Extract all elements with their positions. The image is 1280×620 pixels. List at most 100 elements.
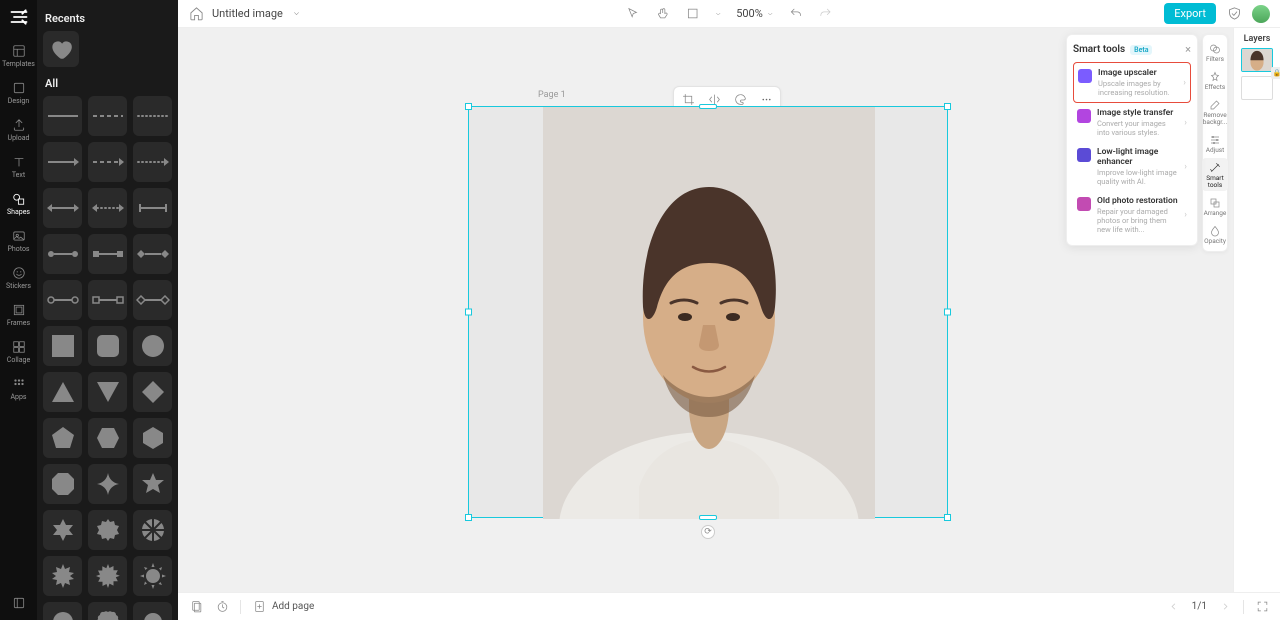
undo-icon[interactable] (788, 6, 804, 22)
cursor-icon[interactable] (624, 6, 640, 22)
palette-icon[interactable] (732, 91, 748, 107)
shape-rounded-square[interactable] (88, 326, 127, 366)
shape-triangle-down[interactable] (88, 372, 127, 412)
canvas-image[interactable] (543, 107, 875, 519)
shape-line-diamond-outline[interactable] (133, 280, 172, 320)
shape-arrow-dashed[interactable] (88, 142, 127, 182)
crop-icon[interactable] (680, 91, 696, 107)
shape-diamond[interactable] (133, 372, 172, 412)
pages-icon[interactable] (188, 599, 204, 615)
nav-collapse-icon[interactable] (0, 596, 37, 610)
redo-icon[interactable] (818, 6, 834, 22)
rail-adjust[interactable]: Adjust (1202, 130, 1228, 156)
nav-apps[interactable]: Apps (0, 371, 37, 408)
resize-handle-t[interactable] (699, 104, 717, 109)
shape-arrow-dotted[interactable] (133, 142, 172, 182)
rail-arrange[interactable]: Arrange (1202, 193, 1228, 219)
shape-triangle-up[interactable] (43, 372, 82, 412)
close-icon[interactable]: × (1185, 43, 1191, 56)
nav-photos[interactable]: Photos (0, 223, 37, 260)
home-icon[interactable] (188, 6, 204, 22)
resize-handle-l[interactable] (465, 309, 472, 316)
shape-pentagon[interactable] (43, 418, 82, 458)
shape-bar-line[interactable] (133, 188, 172, 228)
smart-tools-popover: Smart tools Beta × Image upscalerUpscale… (1066, 34, 1198, 246)
shape-burst-sun[interactable] (133, 556, 172, 596)
shape-star5[interactable] (133, 464, 172, 504)
resize-handle-r[interactable] (944, 309, 951, 316)
shape-seal[interactable] (88, 510, 127, 550)
shape-star6[interactable] (43, 510, 82, 550)
shape-hexagon-rot[interactable] (133, 418, 172, 458)
smart-tool-style-transfer[interactable]: Image style transferConvert your images … (1073, 103, 1191, 142)
shape-line-dashed[interactable] (88, 96, 127, 136)
hand-icon[interactable] (654, 6, 670, 22)
shape-line-dotted[interactable] (133, 96, 172, 136)
shape-circle[interactable] (133, 326, 172, 366)
resize-handle-b[interactable] (699, 515, 717, 520)
smart-tool-upscaler[interactable]: Image upscalerUpscale images by increasi… (1073, 62, 1191, 103)
app-logo[interactable] (8, 6, 30, 28)
rail-filters[interactable]: Filters (1202, 39, 1228, 65)
nav-upload[interactable]: Upload (0, 112, 37, 149)
frame-icon[interactable] (684, 6, 700, 22)
rail-remove-bg[interactable]: Remove backgr... (1202, 95, 1228, 128)
shield-check-icon[interactable] (1226, 6, 1242, 22)
shape-burst12[interactable] (43, 602, 82, 620)
shape-line-squares[interactable] (88, 234, 127, 274)
fullscreen-icon[interactable] (1254, 599, 1270, 615)
layer-thumb-blank[interactable] (1241, 76, 1273, 100)
shape-hexagon[interactable] (88, 418, 127, 458)
shape-line-circles[interactable] (43, 234, 82, 274)
shape-line-solid[interactable] (43, 96, 82, 136)
shape-sparkle[interactable] (88, 464, 127, 504)
add-page-button[interactable]: Add page (251, 599, 314, 615)
resize-handle-tr[interactable] (944, 103, 951, 110)
shape-seal2[interactable] (133, 510, 172, 550)
rotate-handle[interactable]: ⟳ (701, 525, 715, 539)
shape-burst8[interactable] (43, 556, 82, 596)
upscaler-icon (1078, 69, 1092, 83)
shape-line-diamonds[interactable] (133, 234, 172, 274)
rail-effects[interactable]: Effects (1202, 67, 1228, 93)
shape-double-arrow-dotted[interactable] (88, 188, 127, 228)
recent-shape-heart[interactable] (43, 31, 79, 67)
shape-octagon[interactable] (43, 464, 82, 504)
nav-design[interactable]: Design (0, 75, 37, 112)
resize-handle-tl[interactable] (465, 103, 472, 110)
resize-handle-bl[interactable] (465, 514, 472, 521)
lock-icon[interactable]: 🔒 (1271, 67, 1280, 79)
timer-icon[interactable] (214, 599, 230, 615)
nav-shapes[interactable]: Shapes (0, 186, 37, 223)
shape-arrow-solid[interactable] (43, 142, 82, 182)
layer-thumb-image[interactable] (1241, 48, 1273, 72)
shape-gear[interactable] (133, 602, 172, 620)
smart-tool-restoration[interactable]: Old photo restorationRepair your damaged… (1073, 191, 1191, 239)
shape-line-circle-outline[interactable] (43, 280, 82, 320)
nav-frames[interactable]: Frames (0, 297, 37, 334)
next-page-icon[interactable] (1217, 599, 1233, 615)
nav-collage[interactable]: Collage (0, 334, 37, 371)
rail-smart-tools[interactable]: Smart tools (1202, 158, 1228, 191)
shape-square[interactable] (43, 326, 82, 366)
shapes-icon (11, 191, 26, 206)
chevron-down-icon[interactable] (714, 6, 722, 22)
zoom-select[interactable]: 500% (736, 7, 774, 20)
resize-handle-br[interactable] (944, 514, 951, 521)
selection-frame[interactable]: ⟳ (468, 106, 948, 518)
smart-tool-low-light[interactable]: Low-light image enhancerImprove low-ligh… (1073, 142, 1191, 191)
nav-stickers[interactable]: Stickers (0, 260, 37, 297)
shape-double-arrow[interactable] (43, 188, 82, 228)
shape-line-square-outline[interactable] (88, 280, 127, 320)
rail-opacity[interactable]: Opacity (1202, 221, 1228, 247)
user-avatar[interactable] (1252, 5, 1270, 23)
export-button[interactable]: Export (1164, 3, 1216, 24)
nav-templates[interactable]: Templates (0, 38, 37, 75)
nav-text[interactable]: Text (0, 149, 37, 186)
shape-scallop[interactable] (88, 602, 127, 620)
shape-burst10[interactable] (88, 556, 127, 596)
more-icon[interactable] (758, 91, 774, 107)
prev-page-icon[interactable] (1166, 599, 1182, 615)
chevron-down-icon[interactable] (289, 6, 305, 22)
document-title[interactable]: Untitled image (212, 7, 283, 20)
